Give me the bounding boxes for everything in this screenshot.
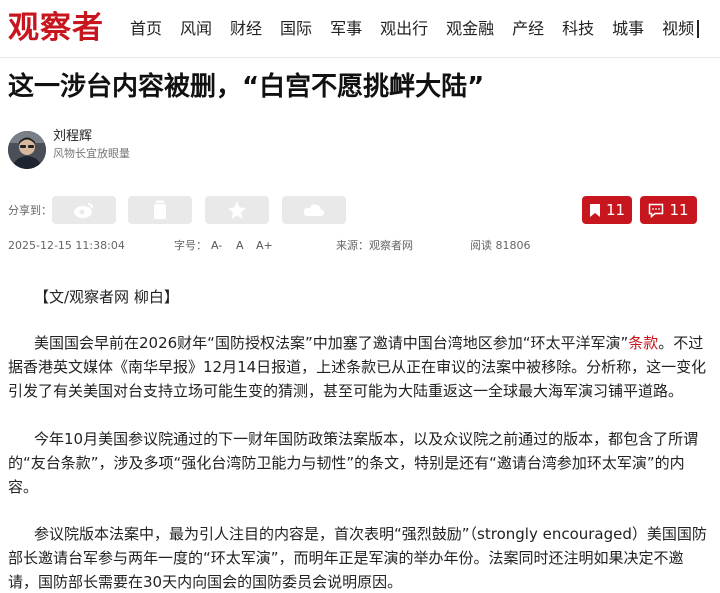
author-subtitle: 风物长宜放眼量 bbox=[53, 147, 130, 160]
comment-count: 11 bbox=[669, 201, 689, 219]
paragraph-text: 参议院版本法案中，最为引人注目的内容是，首次表明“强烈鼓励”（strongly … bbox=[8, 525, 707, 591]
nav-item-industry[interactable]: 产经 bbox=[512, 18, 544, 40]
paragraph-text: 今年10月美国参议院通过的下一财年国防政策法案版本，以及众议院之前通过的版本，都… bbox=[8, 430, 699, 496]
nav-divider bbox=[697, 20, 699, 38]
bookmark-button[interactable]: 11 bbox=[582, 196, 632, 224]
nav-item-city[interactable]: 城事 bbox=[612, 18, 644, 40]
weibo-icon bbox=[74, 203, 93, 218]
clause-link[interactable]: 条款 bbox=[628, 334, 658, 352]
nav-item-fengwen[interactable]: 风闻 bbox=[180, 18, 212, 40]
site-logo[interactable]: 观察者 bbox=[8, 8, 104, 48]
article-paragraph: 今年10月美国参议院通过的下一财年国防政策法案版本，以及众议院之前通过的版本，都… bbox=[8, 427, 712, 499]
nav-item-international[interactable]: 国际 bbox=[280, 18, 312, 40]
nav-item-banking[interactable]: 观金融 bbox=[446, 18, 494, 40]
wechat-icon bbox=[154, 200, 166, 219]
font-size-normal[interactable]: A bbox=[236, 239, 244, 253]
nav-item-mobility[interactable]: 观出行 bbox=[380, 18, 428, 40]
article-source: 来源：观察者网 bbox=[336, 239, 413, 252]
font-size-increase[interactable]: A+ bbox=[256, 239, 273, 253]
main-nav: 首页 风闻 财经 国际 军事 观出行 观金融 产经 科技 城事 视频 bbox=[130, 18, 712, 40]
view-count: 阅读 81806 bbox=[470, 239, 531, 252]
font-size-label: 字号： bbox=[174, 239, 207, 252]
share-weibo-button[interactable] bbox=[52, 196, 116, 224]
paragraph-text: 美国国会早前在2026财年“国防授权法案”中加塞了邀请中国台湾地区参加“环太平洋… bbox=[34, 334, 629, 352]
share-wechat-button[interactable] bbox=[128, 196, 192, 224]
nav-item-tech[interactable]: 科技 bbox=[562, 18, 594, 40]
nav-item-military[interactable]: 军事 bbox=[330, 18, 362, 40]
article-paragraph: 参议院版本法案中，最为引人注目的内容是，首次表明“强烈鼓励”（strongly … bbox=[8, 522, 712, 593]
share-label: 分享到： bbox=[8, 204, 52, 217]
byline-text: 【文/观察者网 柳白】 bbox=[34, 288, 179, 306]
site-header: 观察者 首页 风闻 财经 国际 军事 观出行 观金融 产经 科技 城事 视频 bbox=[0, 0, 720, 58]
comment-icon bbox=[649, 203, 664, 218]
nav-item-home[interactable]: 首页 bbox=[130, 18, 162, 40]
article-byline: 【文/观察者网 柳白】 bbox=[8, 285, 712, 309]
share-favorite-button[interactable] bbox=[205, 196, 269, 224]
font-size-decrease[interactable]: A- bbox=[211, 239, 222, 253]
share-cloud-button[interactable] bbox=[282, 196, 346, 224]
publish-datetime: 2025-12-15 11:38:04 bbox=[8, 239, 125, 252]
nav-item-video[interactable]: 视频 bbox=[662, 18, 694, 40]
author-avatar[interactable] bbox=[8, 131, 46, 169]
star-icon bbox=[228, 201, 246, 219]
bookmark-icon bbox=[589, 203, 600, 217]
article-title: 这一涉台内容被删，“白宫不愿挑衅大陆” bbox=[8, 72, 485, 102]
nav-item-finance[interactable]: 财经 bbox=[230, 18, 262, 40]
comment-button[interactable]: 11 bbox=[640, 196, 697, 224]
article-paragraph: 美国国会早前在2026财年“国防授权法案”中加塞了邀请中国台湾地区参加“环太平洋… bbox=[8, 331, 712, 403]
bookmark-count: 11 bbox=[605, 201, 626, 219]
author-name[interactable]: 刘程辉 bbox=[53, 128, 92, 146]
cloud-icon bbox=[303, 204, 325, 216]
